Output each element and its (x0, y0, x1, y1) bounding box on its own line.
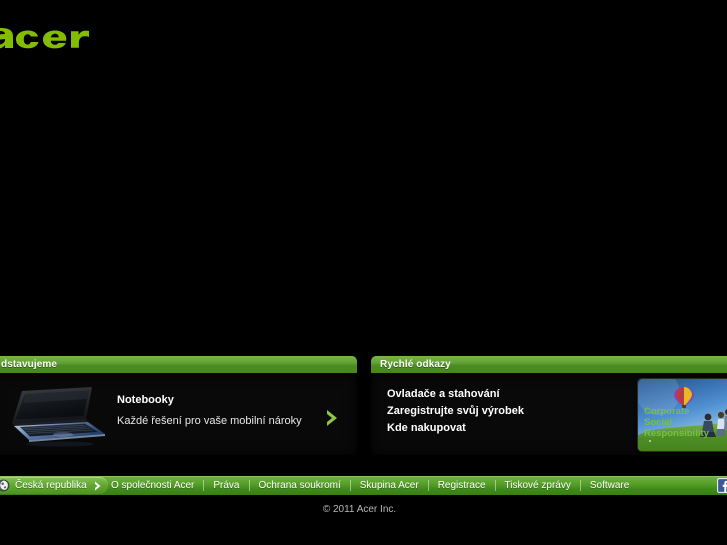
footer-link-software[interactable]: Software (581, 476, 638, 495)
acer-wordmark-logo[interactable] (0, 16, 100, 62)
footer-link-privacy[interactable]: Ochrana soukromí (250, 476, 350, 495)
footer-link-acer-group[interactable]: Skupina Acer (351, 476, 428, 495)
svg-text:Corporate: Corporate (644, 406, 689, 417)
copyright-bar: © 2011 Acer Inc. (0, 504, 727, 515)
site-header (0, 0, 727, 80)
featured-panel-body[interactable]: Notebooky Každé řešení pro vaše mobilní … (0, 373, 357, 455)
featured-subtitle: Každé řešení pro vaše mobilní nároky (117, 415, 302, 427)
quick-link-register[interactable]: Zaregistrujte svůj výrobek (387, 403, 524, 420)
quick-links-panel-header: Rychlé odkazy (371, 356, 727, 373)
featured-panel-header: dstavujeme (0, 356, 357, 373)
featured-title[interactable]: Notebooky (117, 394, 312, 406)
svg-text:Responsibility: Responsibility (644, 428, 710, 439)
panel-row: dstavujeme Notebooky Každé řešení pro va… (0, 356, 727, 455)
corporate-social-responsibility-banner[interactable]: Corporate Social Responsibility (637, 378, 727, 452)
featured-product-panel: dstavujeme Notebooky Každé řešení pro va… (0, 356, 357, 455)
featured-text-block: Notebooky Každé řešení pro vaše mobilní … (117, 394, 312, 427)
quick-links-list: Ovladače a stahování Zaregistrujte svůj … (387, 386, 524, 437)
hero-stage (0, 80, 727, 355)
region-label: Česká republika (15, 480, 87, 491)
facebook-icon[interactable] (717, 478, 727, 493)
footer-link-registration[interactable]: Registrace (429, 476, 495, 495)
footer-nav-bar: Česká republika O společnosti Acer Práva… (0, 476, 727, 495)
quick-link-drivers[interactable]: Ovladače a stahování (387, 386, 524, 403)
region-selector-button[interactable]: Česká republika (0, 477, 108, 494)
footer-link-about[interactable]: O společnosti Acer (102, 476, 203, 495)
page-root: dstavujeme Notebooky Každé řešení pro va… (0, 0, 727, 545)
quick-link-where-to-buy[interactable]: Kde nakupovat (387, 420, 524, 437)
globe-icon (0, 479, 10, 492)
footer-links: O společnosti Acer Práva Ochrana soukrom… (102, 476, 638, 495)
chevron-right-icon[interactable] (325, 409, 339, 427)
copyright-text: © 2011 Acer Inc. (322, 504, 397, 515)
quick-links-panel: Rychlé odkazy Ovladače a stahování Zareg… (371, 356, 727, 455)
quick-links-panel-body: Ovladače a stahování Zaregistrujte svůj … (371, 373, 727, 455)
chevron-right-icon (94, 481, 101, 490)
svg-text:Social: Social (644, 417, 672, 428)
footer-link-legal[interactable]: Práva (204, 476, 248, 495)
notebook-product-image (12, 387, 105, 447)
footer-link-press[interactable]: Tiskové zprávy (496, 476, 580, 495)
